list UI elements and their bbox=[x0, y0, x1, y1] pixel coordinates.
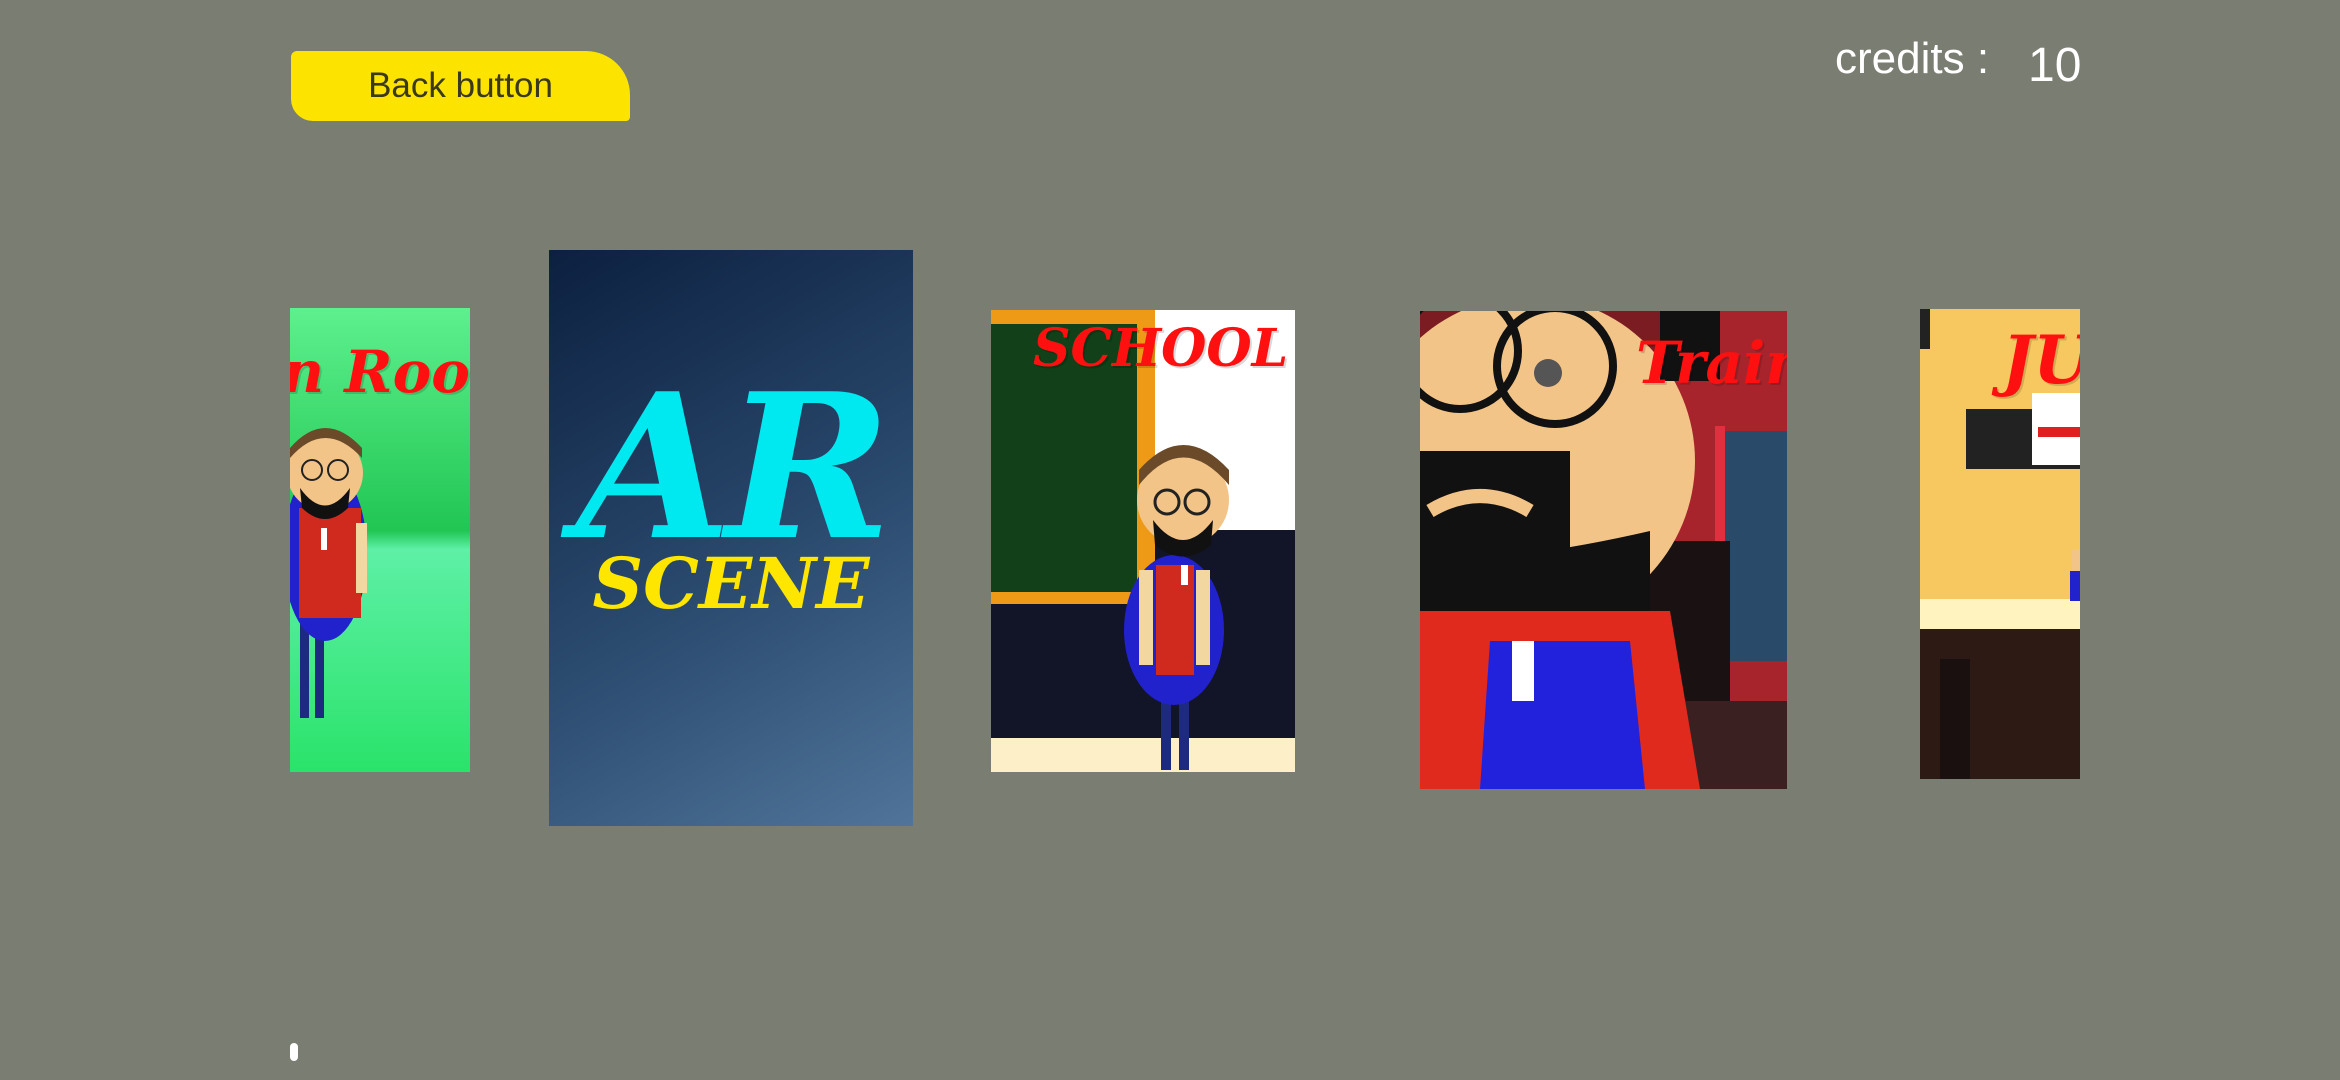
back-button[interactable]: Back button bbox=[291, 51, 630, 121]
scene-title: Train bbox=[1636, 329, 1787, 397]
scene-card-room[interactable]: n Room bbox=[290, 308, 470, 772]
scene-card-school[interactable]: SCHOOL bbox=[991, 310, 1295, 772]
credits-label: credits : bbox=[1835, 34, 1990, 83]
scene-title: SCHOOL bbox=[1033, 318, 1289, 379]
credits-value: 10 bbox=[2028, 39, 2082, 92]
scene-title: n Room bbox=[290, 338, 470, 406]
scene-title: JU bbox=[2002, 321, 2080, 399]
scroll-indicator bbox=[290, 1043, 298, 1061]
scene-carousel[interactable]: n Room AR SCENE SCHOOL bbox=[290, 240, 2080, 840]
scene-card-ar[interactable]: AR SCENE bbox=[549, 250, 913, 826]
ar-subtitle: SCENE bbox=[592, 542, 870, 625]
school-thumbnail bbox=[991, 310, 1295, 772]
scene-card-ju[interactable]: JU bbox=[1920, 309, 2080, 779]
scene-card-train[interactable]: Train bbox=[1420, 311, 1787, 789]
